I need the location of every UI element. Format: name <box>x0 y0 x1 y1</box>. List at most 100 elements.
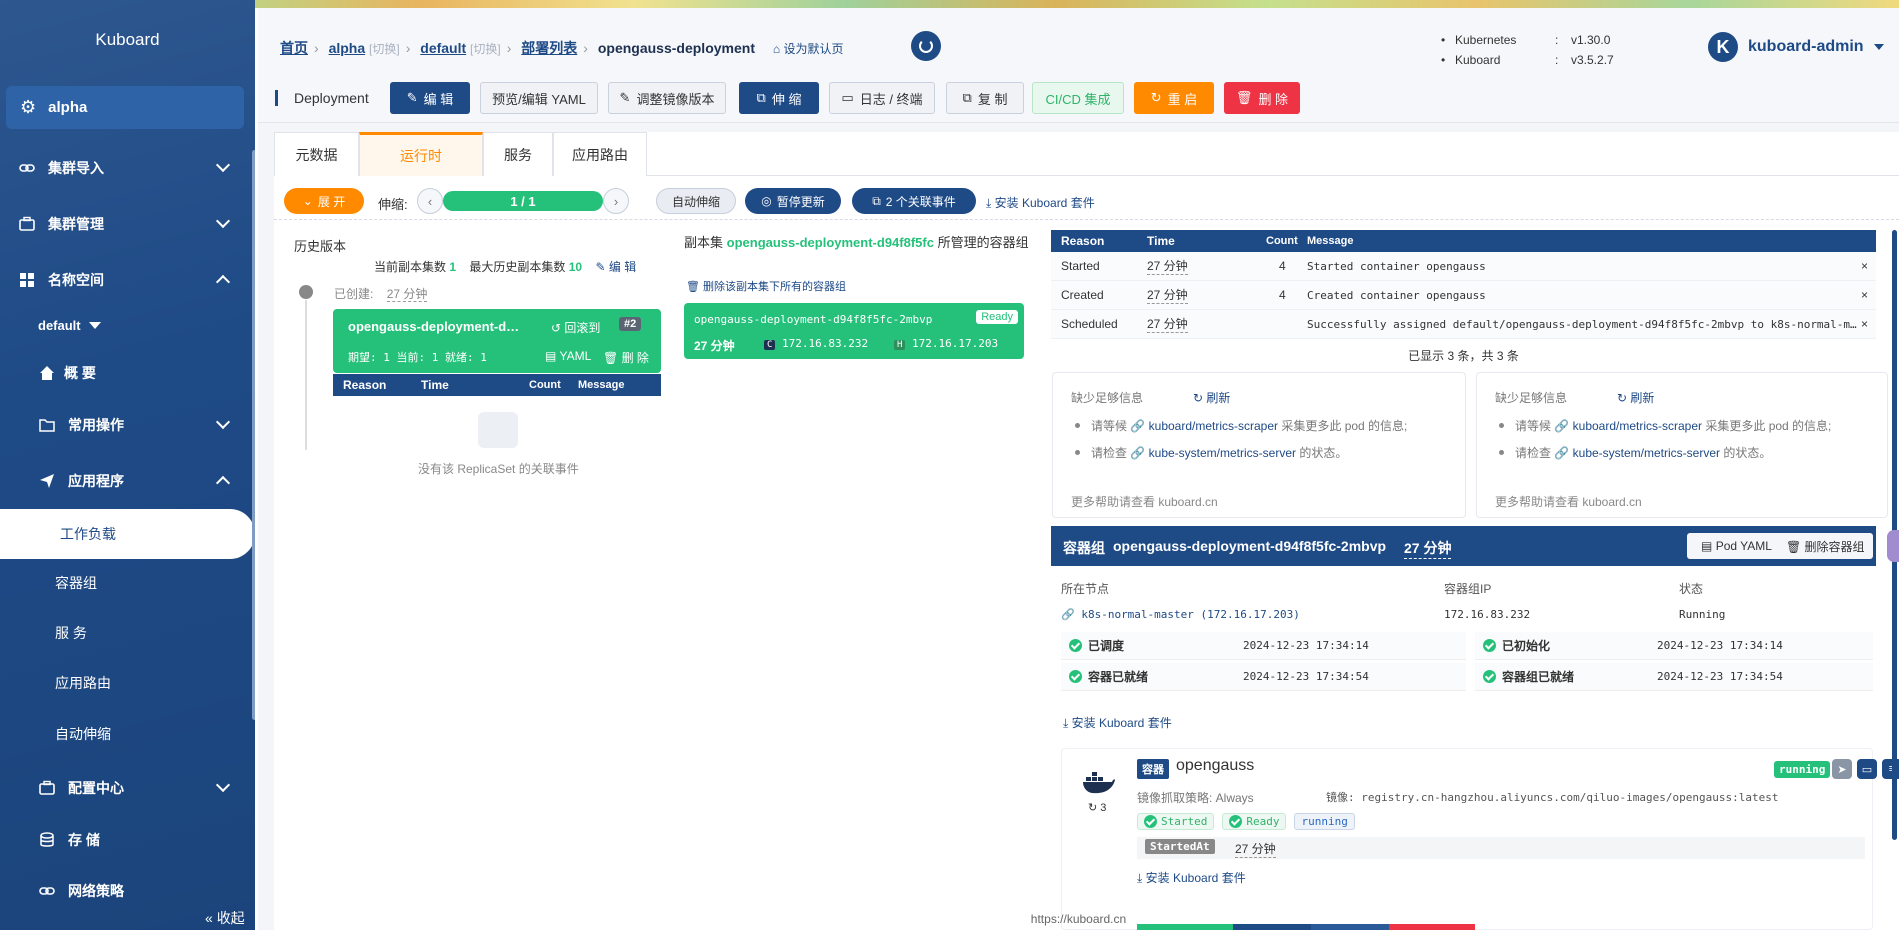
hint-status: 的状态。 <box>1299 446 1348 460</box>
delete-pod-button[interactable]: 🗑 删除容器组 <box>1786 538 1865 555</box>
related-events-button[interactable]: ⧉ 2 个关联事件 <box>852 188 976 214</box>
tab-ingress[interactable]: 应用路由 <box>553 132 647 176</box>
sidebar-item-common-ops[interactable]: 常用操作 <box>0 407 255 443</box>
sidebar-item-config-center[interactable]: 配置中心 <box>0 770 255 806</box>
server-link[interactable]: 🔗 kube-system/metrics-server <box>1130 446 1296 460</box>
install-kuboard-link[interactable]: ⤓ 安装 Kuboard 套件 <box>1137 869 1246 886</box>
sidebar-item-namespace[interactable]: 名称空间 <box>0 262 255 298</box>
copy-button[interactable]: ⧉ 复 制 <box>946 82 1024 114</box>
install-kuboard-link[interactable]: ⤓ 安装 Kuboard 套件 <box>986 194 1095 211</box>
pause-update-button[interactable]: ◎ 暂停更新 <box>745 188 841 214</box>
yaml-button[interactable]: 预览/编辑 YAML <box>480 82 598 114</box>
kuboard-label: Kuboard <box>1455 53 1501 67</box>
pod-card[interactable]: opengauss-deployment-d94f8f5fc-2mbvp Rea… <box>684 303 1024 359</box>
metrics-refresh-button[interactable]: ↻ 刷新 <box>1193 389 1230 406</box>
breadcrumb-cluster[interactable]: alpha <box>329 40 366 56</box>
rollback-button[interactable]: ↺ 回滚到 <box>551 319 600 336</box>
switch-namespace-link[interactable]: [切换] <box>470 42 501 56</box>
delete-all-pods-link[interactable]: 🗑 删除该副本集下所有的容器组 <box>686 278 846 294</box>
autoscale-button[interactable]: 自动伸缩 <box>656 188 736 214</box>
sidebar-item-cluster-import[interactable]: 集群导入 <box>0 150 255 186</box>
replicaset-delete-button[interactable]: 🗑 删 除 <box>603 349 649 366</box>
briefcase-icon <box>38 779 56 797</box>
collapse-sidebar-button[interactable]: « 收起 <box>205 908 245 928</box>
replicaset-card[interactable]: opengauss-deployment-d… ↺ 回滚到 #2 期望: 1 当… <box>333 309 661 373</box>
tab-services[interactable]: 服务 <box>483 132 553 176</box>
download-icon: ⤓ <box>1137 871 1143 885</box>
metrics-refresh-button[interactable]: ↻ 刷新 <box>1617 389 1654 406</box>
set-default-page-link[interactable]: ⌂ 设为默认页 <box>773 42 844 56</box>
sidebar-item-cluster-manage[interactable]: 集群管理 <box>0 206 255 242</box>
expand-label: 展 开 <box>317 194 346 209</box>
expand-button[interactable]: ⌄ 展 开 <box>284 188 364 214</box>
event-row: Started 27 分钟 4 Started container openga… <box>1051 252 1876 281</box>
send-icon[interactable]: ➤ <box>1832 759 1852 779</box>
toolbar: Deployment ✎ 编 辑 预览/编辑 YAML ✎ 调整镜像版本 ⧉ 伸 缩 … <box>258 78 1899 118</box>
sidebar-item-workloads[interactable]: 工作负载 <box>0 509 255 559</box>
sidebar-item-label: 容器组 <box>55 575 97 591</box>
scraper-link[interactable]: 🔗 kuboard/metrics-scraper <box>1554 419 1702 433</box>
scale-button[interactable]: ⧉ 伸 缩 <box>739 82 819 114</box>
sidebar-item-services[interactable]: 服 务 <box>0 615 255 651</box>
close-icon[interactable]: × <box>1861 259 1868 273</box>
edit-history-link[interactable]: ✎ 编 辑 <box>595 260 636 274</box>
pod-age: 27 分钟 <box>1404 538 1452 559</box>
restart-button[interactable]: ↻ 重 启 <box>1134 82 1214 114</box>
hint-wait: 请等候 <box>1091 419 1128 433</box>
condition-initialized: 已初始化 2024-12-23 17:34:14 <box>1475 632 1873 660</box>
switch-cluster-link[interactable]: [切换] <box>369 42 400 56</box>
grid-icon <box>18 271 36 289</box>
refresh-button[interactable] <box>911 31 941 61</box>
side-tab-handle[interactable] <box>1887 530 1899 562</box>
server-link[interactable]: 🔗 kube-system/metrics-server <box>1554 446 1720 460</box>
sidebar-item-overview[interactable]: 概 要 <box>0 355 255 391</box>
sidebar-item-pods[interactable]: 容器组 <box>0 565 255 601</box>
caret-down-icon <box>88 322 101 329</box>
sidebar-item-storage[interactable]: 存 储 <box>0 822 255 858</box>
refresh-icon <box>919 39 933 53</box>
sidebar-item-ingress[interactable]: 应用路由 <box>0 665 255 701</box>
tab-metadata[interactable]: 元数据 <box>274 132 359 176</box>
condition-time: 2024-12-23 17:34:14 <box>1657 639 1783 652</box>
metrics-hint-scraper: 请等候 🔗 kuboard/metrics-scraper 采集更多此 pod … <box>1495 417 1831 434</box>
sidebar-item-applications[interactable]: 应用程序 <box>0 463 255 499</box>
replicaset-yaml-button[interactable]: ▤ YAML <box>545 349 591 363</box>
current-rs-value: 1 <box>449 260 457 274</box>
cicd-button[interactable]: CI/CD 集成 <box>1032 82 1124 114</box>
increase-replicas-button[interactable]: › <box>603 188 629 214</box>
node-link[interactable]: 🔗 k8s-normal-master (172.16.17.203) <box>1061 608 1300 621</box>
event-count: 4 <box>1279 259 1286 273</box>
tab-runtime[interactable]: 运行时 <box>359 132 483 176</box>
sidebar-scrollbar[interactable] <box>252 150 255 720</box>
sidebar-item-network-policy[interactable]: 网络策略 <box>0 873 255 909</box>
close-icon[interactable]: × <box>1861 288 1868 302</box>
delete-all-label: 删除该副本集下所有的容器组 <box>703 281 847 293</box>
sidebar-item-autoscale[interactable]: 自动伸缩 <box>0 716 255 752</box>
pod-yaml-button[interactable]: ▤ Pod YAML <box>1701 539 1772 553</box>
breadcrumb-separator: › <box>506 40 512 56</box>
install-kuboard-link[interactable]: ⤓ 安装 Kuboard 套件 <box>1063 714 1172 731</box>
empty-box-icon <box>478 412 518 448</box>
breadcrumb-namespace[interactable]: default <box>420 40 466 56</box>
delete-button[interactable]: 🗑 删 除 <box>1224 82 1300 114</box>
sidebar-item-label: 概 要 <box>64 365 96 381</box>
logs-terminal-button[interactable]: ▭ 日志 / 终端 <box>829 82 935 114</box>
check-icon <box>1483 670 1496 683</box>
container-actions: ➤ ▭ ≡ ! ! <box>1832 759 1899 779</box>
pod-events-table: Reason Time Count Message Started 27 分钟 … <box>1051 230 1876 364</box>
close-icon[interactable]: × <box>1861 317 1868 331</box>
cluster-selector[interactable]: ⚙ alpha <box>6 86 244 129</box>
col-count: Count <box>529 379 561 391</box>
container-status-tags: Started Ready running <box>1137 813 1355 830</box>
sidebar-item-label: 工作负载 <box>60 526 116 542</box>
decrease-replicas-button[interactable]: ‹ <box>417 188 443 214</box>
image-version-button[interactable]: ✎ 调整镜像版本 <box>608 82 726 114</box>
namespace-selector[interactable]: default <box>38 318 101 333</box>
user-menu[interactable]: K kuboard-admin <box>1708 32 1884 62</box>
terminal-icon[interactable]: ▭ <box>1857 759 1877 779</box>
edit-button[interactable]: ✎ 编 辑 <box>390 82 470 114</box>
link-icon <box>18 159 36 177</box>
scraper-link[interactable]: 🔗 kuboard/metrics-scraper <box>1130 419 1278 433</box>
breadcrumb-home[interactable]: 首页 <box>280 40 308 56</box>
breadcrumb-deployment-list[interactable]: 部署列表 <box>521 40 577 56</box>
